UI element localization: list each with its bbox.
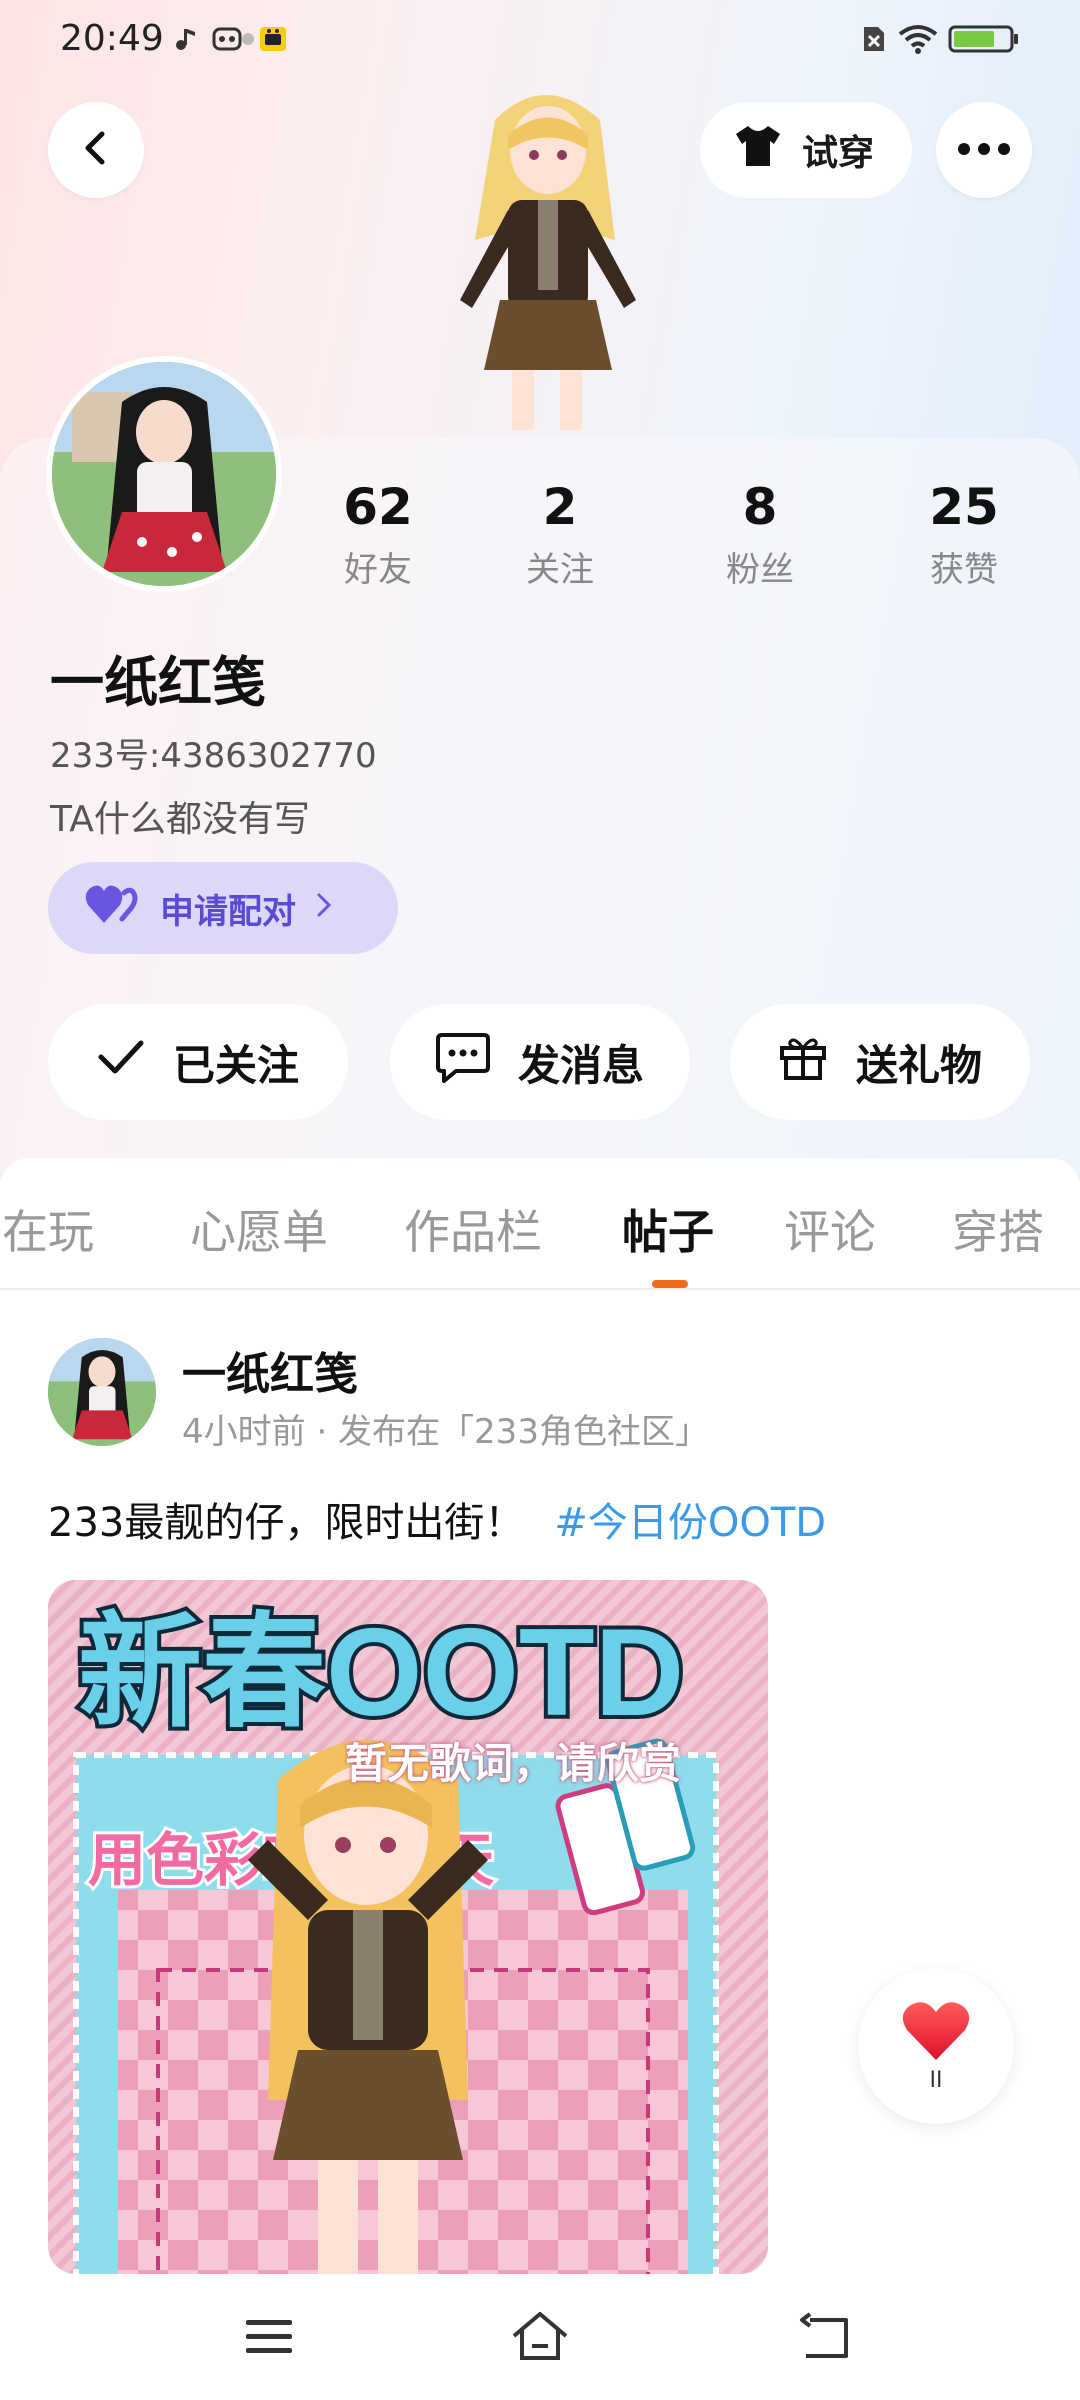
following-label: 已关注 <box>172 1040 299 1090</box>
post-image-title: 新春OOTD <box>78 1604 684 1742</box>
user-bio: TA什么都没有写 <box>50 799 310 840</box>
chevron-left-icon <box>76 128 116 172</box>
chat-bubble-icon <box>435 1031 490 1093</box>
stat-following[interactable]: 2 关注 <box>480 478 640 591</box>
following-button[interactable]: 已关注 <box>48 1004 348 1120</box>
user-avatar[interactable] <box>46 356 282 592</box>
menu-nav-icon[interactable] <box>240 2310 300 2364</box>
tshirt-icon <box>732 124 784 177</box>
music-note-icon <box>170 24 200 54</box>
tab-outfits[interactable]: 穿搭 <box>952 1196 1044 1262</box>
heart-icon <box>901 2000 971 2066</box>
app-notification-icon <box>258 24 288 54</box>
stat-likes-value: 25 <box>929 478 999 536</box>
post-meta: 4小时前 · 发布在「233角色社区」 <box>182 1412 709 1452</box>
stat-friends[interactable]: 62 好友 <box>298 478 458 591</box>
stat-fans[interactable]: 8 粉丝 <box>680 478 840 591</box>
tab-works[interactable]: 作品栏 <box>404 1196 542 1262</box>
more-dots-icon <box>956 141 1012 160</box>
tab-playing[interactable]: 正在玩 <box>0 1196 94 1262</box>
send-gift-button[interactable]: 送礼物 <box>730 1004 1030 1120</box>
post-text: 233最靓的仔，限时出街！ #今日份OOTD <box>48 1490 826 1548</box>
post-body: 233最靓的仔，限时出街！ <box>48 1500 525 1546</box>
like-count: II <box>929 2067 943 2093</box>
post-image[interactable]: 新春OOTD 用色彩唤醒春天 <box>48 1580 768 2274</box>
post-author-avatar[interactable] <box>48 1338 156 1446</box>
username: 一纸红笺 <box>50 651 266 714</box>
send-message-button[interactable]: 发消息 <box>390 1004 690 1120</box>
profile-tabs: 正在玩 心愿单 作品栏 帖子 评论 穿搭 <box>0 1158 1080 1290</box>
send-gift-label: 送礼物 <box>855 1040 982 1090</box>
stat-likes-label: 获赞 <box>930 550 998 590</box>
stat-likes[interactable]: 25 获赞 <box>884 478 1044 591</box>
gift-icon <box>778 1032 828 1092</box>
stat-following-label: 关注 <box>526 550 594 590</box>
battery-icon <box>948 24 1020 54</box>
status-time: 20:49 <box>60 18 164 59</box>
no-sim-icon <box>858 24 888 54</box>
check-icon <box>97 1037 145 1087</box>
wifi-icon <box>896 24 940 54</box>
active-tab-indicator <box>652 1280 688 1288</box>
lyric-overlay: 暂无歌词，请欣赏 <box>345 1739 682 1788</box>
character-3d-preview[interactable] <box>400 80 690 430</box>
stat-fans-value: 8 <box>742 478 778 536</box>
try-on-label: 试穿 <box>802 133 875 174</box>
system-nav-bar <box>0 2274 1080 2400</box>
post-hashtag[interactable]: #今日份OOTD <box>554 1500 826 1546</box>
stat-following-value: 2 <box>542 478 578 536</box>
stat-friends-label: 好友 <box>344 550 412 590</box>
tab-posts[interactable]: 帖子 <box>622 1196 714 1262</box>
double-heart-icon <box>84 883 142 934</box>
floating-like-button[interactable]: II <box>858 1968 1014 2124</box>
user-id: 233号:4386302770 <box>50 736 377 776</box>
tab-comments[interactable]: 评论 <box>784 1196 876 1262</box>
try-on-button[interactable]: 试穿 <box>700 102 912 198</box>
home-nav-icon[interactable] <box>510 2310 570 2364</box>
stat-fans-label: 粉丝 <box>726 550 794 590</box>
send-message-label: 发消息 <box>517 1040 644 1090</box>
stat-friends-value: 62 <box>343 478 413 536</box>
request-pairing-button[interactable]: 申请配对 <box>48 862 398 954</box>
game-controller-icon <box>212 24 256 54</box>
tab-wishlist[interactable]: 心愿单 <box>190 1196 328 1262</box>
post-author-name[interactable]: 一纸红笺 <box>182 1338 358 1402</box>
back-nav-icon[interactable] <box>796 2310 856 2364</box>
back-button[interactable] <box>48 102 144 198</box>
chevron-right-icon <box>314 888 334 928</box>
more-options-button[interactable] <box>936 102 1032 198</box>
status-bar: 20:49 <box>0 0 1080 80</box>
request-pairing-label: 申请配对 <box>160 891 296 932</box>
